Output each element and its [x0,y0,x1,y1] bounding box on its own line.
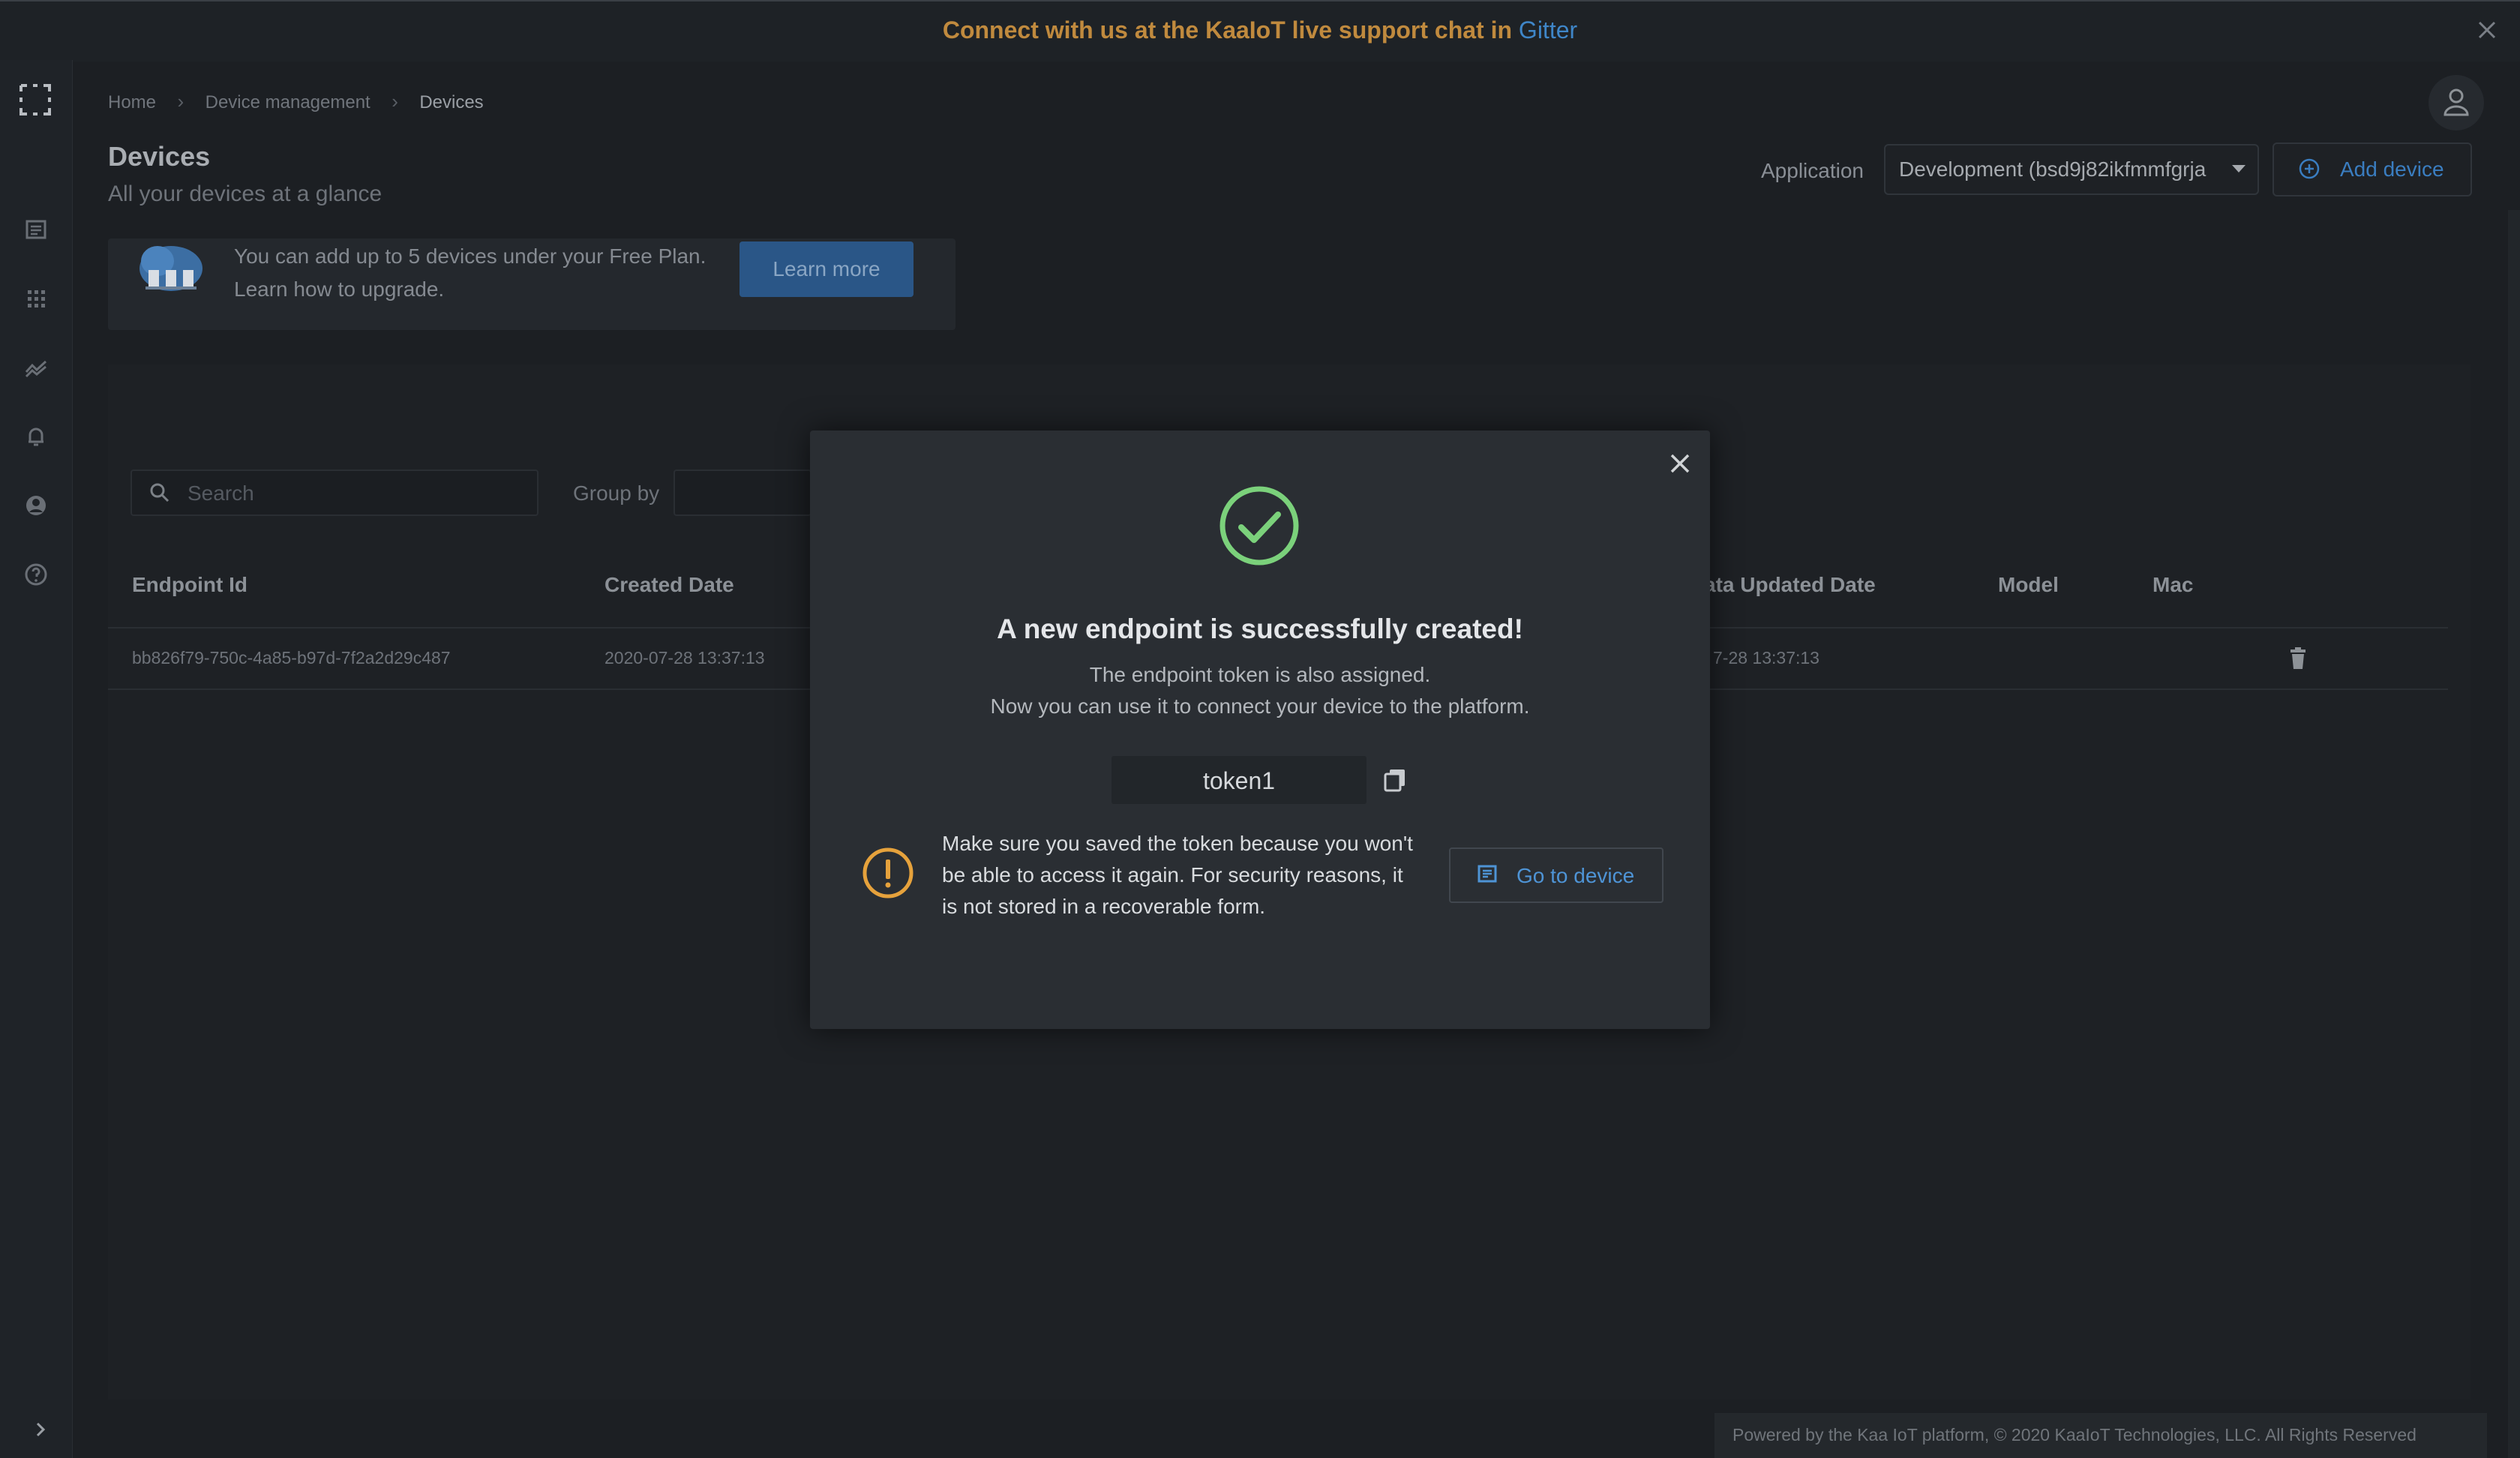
modal-subtitle-1: The endpoint token is also assigned. [1089,663,1431,686]
warning-icon [862,848,914,898]
token-value: token1 [1202,767,1276,794]
scrollbar[interactable] [2508,210,2520,1458]
footer-text: Powered by the Kaa IoT platform, © 2020 … [1732,1425,2416,1444]
modal-subtitle-2: Now you can use it to connect your devic… [990,694,1530,718]
modal-title: A new endpoint is successfully created! [997,614,1523,644]
close-icon[interactable] [1662,446,1698,482]
copy-icon[interactable] [1380,765,1410,795]
check-circle-icon [1220,486,1299,566]
token-field[interactable]: token1 [1112,756,1366,804]
footer: Powered by the Kaa IoT platform, © 2020 … [1714,1413,2487,1458]
warning-text: Make sure you saved the token because yo… [942,832,1413,918]
device-icon [1478,865,1497,883]
go-to-device-button[interactable]: Go to device [1449,848,1664,903]
go-to-device-label: Go to device [1516,864,1635,887]
